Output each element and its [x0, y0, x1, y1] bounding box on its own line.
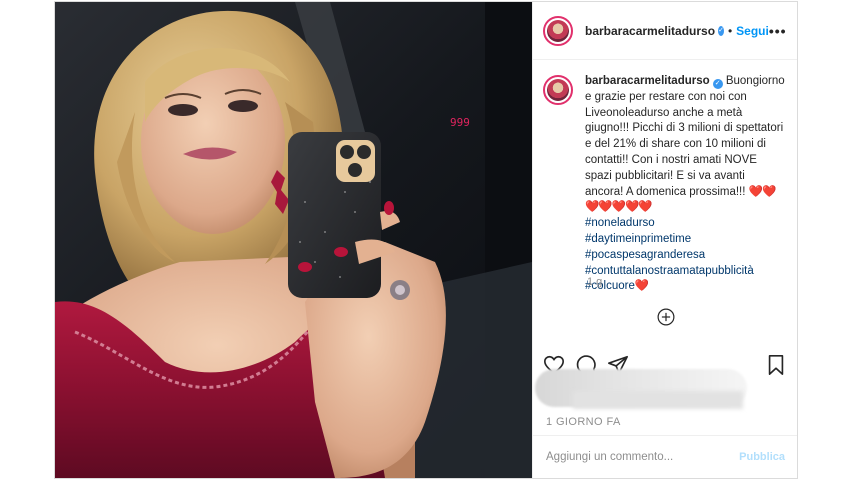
- caption-username[interactable]: barbaracarmelitadurso: [585, 75, 710, 87]
- selfie-photo-illustration: 999: [55, 2, 532, 478]
- hashtag-link[interactable]: #pocaspesagranderesa: [585, 248, 785, 264]
- avatar-image: [547, 19, 569, 42]
- heart-emoji: ❤️: [634, 280, 649, 293]
- post-header: barbaracarmelitadurso ✓ • Segui •••: [533, 2, 797, 60]
- add-circle-icon[interactable]: [657, 308, 675, 326]
- caption-time-ago[interactable]: 1 g: [587, 276, 602, 288]
- post-side-panel: barbaracarmelitadurso ✓ • Segui ••• barb…: [532, 2, 797, 478]
- hashtag-link[interactable]: #daytimeinprimetime: [585, 232, 785, 248]
- post-date[interactable]: 1 GIORNO FA: [546, 416, 621, 428]
- page: 999 barbaracarmelitadurso ✓ • Segui ••• …: [0, 0, 854, 480]
- post-photo[interactable]: 999: [55, 2, 532, 478]
- svg-text:999: 999: [450, 116, 470, 129]
- header-separator: •: [727, 23, 733, 38]
- avatar[interactable]: [543, 15, 573, 46]
- comment-bar: Pubblica: [533, 435, 797, 478]
- caption-body: Buongiorno e grazie per restare con noi …: [585, 75, 785, 198]
- caption-avatar[interactable]: [543, 75, 573, 105]
- caption-text: barbaracarmelitadurso ✓ Buongiorno e graz…: [585, 74, 785, 295]
- hashtag-link[interactable]: #noneladurso: [585, 216, 785, 232]
- avatar-image: [547, 79, 569, 101]
- instagram-post: 999 barbaracarmelitadurso ✓ • Segui ••• …: [54, 1, 798, 479]
- comment-input[interactable]: [546, 451, 740, 463]
- header-username[interactable]: barbaracarmelitadurso: [585, 24, 715, 38]
- verified-badge-icon: ✓: [718, 25, 724, 36]
- bookmark-icon[interactable]: [765, 354, 787, 376]
- likes-redacted-shadow: [573, 391, 743, 409]
- hashtag-link[interactable]: #contuttalanostraamatapubblicità: [585, 264, 785, 280]
- hashtag-link-last: #colcuore❤️: [585, 279, 785, 295]
- caption: barbaracarmelitadurso ✓ Buongiorno e graz…: [543, 74, 788, 295]
- verified-badge-icon: ✓: [712, 79, 723, 89]
- more-options-icon[interactable]: •••: [769, 23, 787, 39]
- follow-button[interactable]: Segui: [736, 24, 769, 38]
- publish-button[interactable]: Pubblica: [739, 451, 785, 463]
